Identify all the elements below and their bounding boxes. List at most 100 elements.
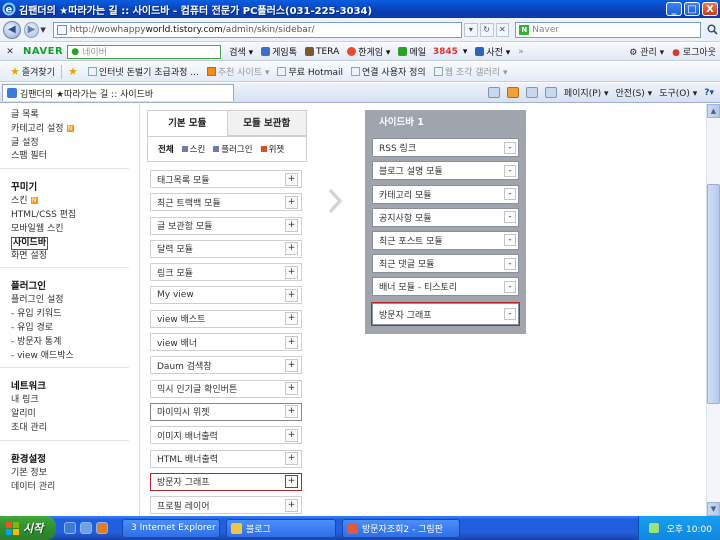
add-module-button[interactable]: +	[285, 405, 298, 419]
sidebar-module-item[interactable]: 최근 댓글 모듈 -	[372, 254, 519, 274]
favorite-link-1[interactable]: 인터넷 돈벌기 초급과정 ...	[87, 65, 199, 78]
forward-button[interactable]: ▶	[23, 21, 40, 38]
remove-module-button[interactable]: -	[504, 211, 516, 224]
close-toolbar-icon[interactable]: ✕	[3, 47, 17, 57]
sidebar-module-item[interactable]: RSS 링크 -	[372, 138, 519, 158]
menu-item-notifier[interactable]: 알리미	[11, 408, 139, 422]
menu-item-plugin-settings[interactable]: 플러그인 설정	[11, 294, 139, 308]
desktop-quicklaunch-icon[interactable]	[80, 522, 92, 534]
gear-manage-button[interactable]: ⚙ 관리 ▾	[629, 45, 664, 58]
remove-module-button[interactable]: -	[504, 188, 516, 201]
url-dropdown-button[interactable]: ▾	[464, 22, 478, 37]
vertical-scrollbar[interactable]: ▲ ▼	[706, 104, 720, 516]
favorite-link-3[interactable]: 무료 Hotmail	[277, 65, 343, 78]
module-item[interactable]: 태그목록 모듈 +	[150, 170, 302, 188]
toolbar-item-game-talk[interactable]: 게임톡	[261, 45, 297, 58]
toolbar-item-hangame[interactable]: 한게임 ▾	[347, 45, 390, 58]
module-item[interactable]: Daum 검색창 +	[150, 356, 302, 375]
module-item[interactable]: 달력 모듈 +	[150, 239, 302, 258]
add-favorite-icon[interactable]: ★	[68, 65, 78, 78]
module-item[interactable]: 글 보관함 모듈 +	[150, 216, 302, 235]
tools-menu[interactable]: 도구(O) ▾	[659, 86, 697, 99]
menu-item-spam-filter[interactable]: 스팸 필터	[11, 150, 139, 164]
menu-item-inflow-keywords[interactable]: - 유입 키워드	[11, 308, 139, 322]
remove-module-button[interactable]: -	[504, 257, 516, 270]
ie-quicklaunch-icon[interactable]	[64, 522, 76, 534]
favorite-link-4[interactable]: 연결 사용자 정의	[351, 65, 426, 78]
maximize-button[interactable]: □	[684, 2, 700, 16]
scroll-thumb[interactable]	[707, 184, 720, 404]
menu-item-screen-settings[interactable]: 화면 설정	[11, 250, 139, 264]
add-module-button[interactable]: +	[285, 195, 298, 209]
sidebar-module-item[interactable]: 블로그 설명 모듈 -	[372, 161, 519, 181]
favorite-link-2[interactable]: 추천 사이트 ▾	[206, 65, 269, 78]
add-module-button[interactable]: +	[285, 265, 298, 279]
toolbar-item-dictionary[interactable]: 사전 ▾	[475, 45, 510, 58]
scroll-up-icon[interactable]: ▲	[707, 104, 720, 118]
toolbar-item-tera[interactable]: TERA	[305, 47, 339, 57]
module-item[interactable]: 이미지 배너출력 +	[150, 426, 302, 445]
module-item[interactable]: HTML 배너출력 +	[150, 449, 302, 468]
sidebar-module-item[interactable]: 방문자 그래프 -	[371, 302, 520, 327]
menu-item-html-css[interactable]: HTML/CSS 편집	[11, 209, 139, 223]
filter-all[interactable]: 전체	[158, 143, 174, 155]
menu-item-data-management[interactable]: 데이터 관리	[11, 481, 139, 495]
print-icon[interactable]	[544, 87, 557, 98]
menu-item-sidebar[interactable]: 사이드바	[11, 236, 49, 250]
add-module-button[interactable]: +	[285, 335, 298, 349]
menu-item-inflow-path[interactable]: - 유입 경로	[11, 322, 139, 336]
refresh-button[interactable]: ↻	[479, 22, 494, 37]
remove-module-button[interactable]: -	[504, 308, 516, 321]
favorites-button[interactable]: 즐겨찾기	[22, 65, 55, 78]
add-module-button[interactable]: +	[285, 242, 298, 256]
menu-item-view-adbox[interactable]: - view 애드박스	[11, 350, 139, 364]
home-icon[interactable]	[487, 87, 500, 98]
menu-item-invite[interactable]: 초대 관리	[11, 422, 139, 436]
remove-module-button[interactable]: -	[504, 234, 516, 247]
toolbar-item-mail[interactable]: 메일 3845 ▾	[398, 45, 467, 58]
tab-basic-modules[interactable]: 기본 모듈	[148, 111, 227, 136]
minimize-button[interactable]: _	[666, 2, 682, 16]
remove-module-button[interactable]: -	[504, 280, 516, 293]
module-item[interactable]: 믹시 인기글 확인버튼 +	[150, 379, 302, 398]
help-icon[interactable]: ?▾	[704, 88, 714, 98]
menu-item-category-settings[interactable]: 카테고리 설정 N	[11, 123, 139, 137]
task-blog-folder[interactable]: 블로그	[226, 518, 336, 538]
add-module-button[interactable]: +	[285, 382, 298, 396]
media-quicklaunch-icon[interactable]	[96, 522, 108, 534]
menu-item-skin[interactable]: 스킨 N	[11, 195, 139, 209]
module-item[interactable]: 링크 모듈 +	[150, 263, 302, 282]
naver-search-button[interactable]: 검색 ▾	[229, 45, 253, 58]
tab-module-storage[interactable]: 모듈 보관함	[226, 111, 306, 136]
history-dropdown-icon[interactable]: ▼	[40, 26, 45, 34]
add-module-button[interactable]: +	[285, 475, 298, 489]
module-item[interactable]: 최근 트랙백 모듈 +	[150, 193, 302, 212]
browser-search-input[interactable]: N Naver	[515, 21, 702, 38]
naver-search-input[interactable]: ● 네이버	[67, 44, 222, 59]
sidebar-module-item[interactable]: 최근 포스트 모듈 -	[372, 230, 519, 250]
logout-button[interactable]: ● 로그아웃	[672, 45, 716, 58]
stop-button[interactable]: ✕	[495, 22, 510, 37]
module-item[interactable]: My view +	[150, 286, 302, 305]
start-button[interactable]: 시작	[0, 516, 56, 540]
module-item[interactable]: 마이믹시 위젯 +	[150, 402, 302, 421]
network-tray-icon[interactable]	[648, 523, 659, 533]
add-module-button[interactable]: +	[285, 172, 298, 186]
favorite-link-5[interactable]: 웹 조각 갤러리 ▾	[433, 65, 507, 78]
safety-menu[interactable]: 안전(S) ▾	[616, 86, 653, 99]
menu-item-basic-info[interactable]: 기본 정보	[11, 467, 139, 481]
add-module-button[interactable]: +	[285, 219, 298, 233]
menu-item-post-settings[interactable]: 글 설정	[11, 137, 139, 151]
toolbar-overflow[interactable]: »	[518, 47, 524, 57]
menu-item-post-list[interactable]: 글 목록	[11, 109, 139, 123]
menu-item-visitor-stats[interactable]: - 방문자 통계	[11, 336, 139, 350]
add-module-button[interactable]: +	[285, 288, 298, 302]
close-button[interactable]: X	[702, 2, 718, 16]
sidebar-module-item[interactable]: 배너 모듈 - 티스토리 -	[372, 277, 519, 297]
menu-item-my-links[interactable]: 내 링크	[11, 394, 139, 408]
mail-read-icon[interactable]	[525, 87, 538, 98]
module-item[interactable]: view 배너 +	[150, 333, 302, 352]
filter-widget[interactable]: 위젯	[260, 143, 284, 155]
sidebar-module-item[interactable]: 카테고리 모듈 -	[372, 184, 519, 204]
module-item[interactable]: 프로필 레이어 +	[150, 496, 302, 515]
